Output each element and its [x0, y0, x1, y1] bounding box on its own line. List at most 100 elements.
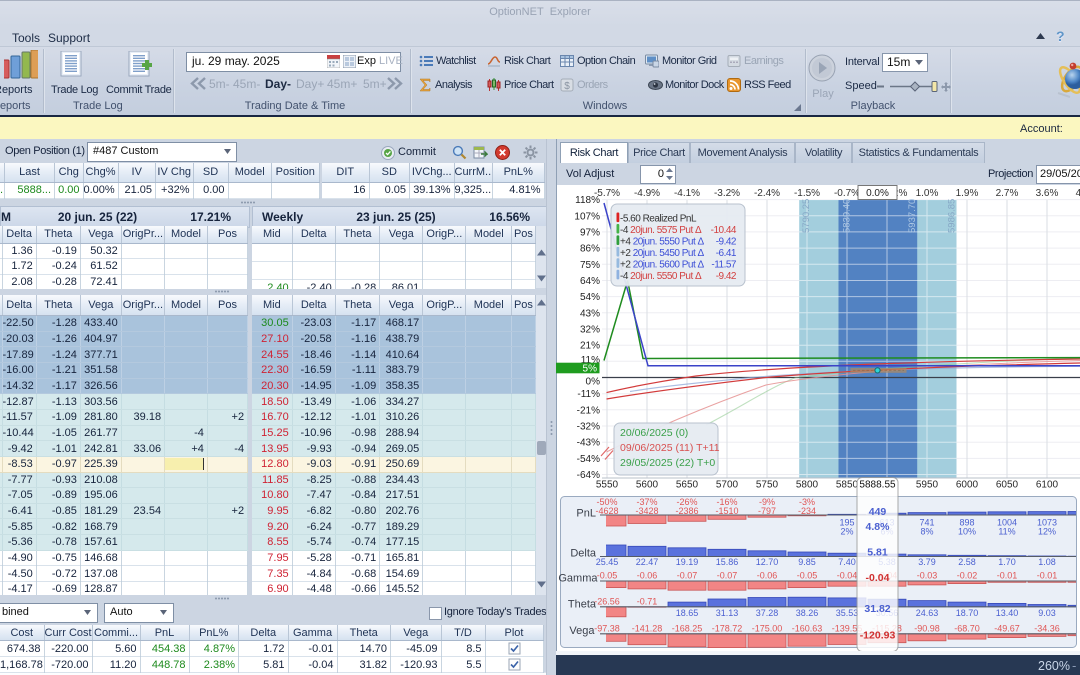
svg-text:-54%: -54%: [577, 454, 600, 465]
svg-text:5750: 5750: [756, 480, 779, 491]
svg-text:75%: 75%: [580, 260, 600, 271]
svg-text:24.63: 24.63: [916, 608, 939, 618]
svg-text:09/06/2025 (11) T+11: 09/06/2025 (11) T+11: [620, 442, 720, 454]
svg-text:11%: 11%: [998, 527, 1015, 537]
svg-text:+2 20jun. 5600 Put Δ: +2 20jun. 5600 Put Δ: [620, 259, 705, 270]
svg-text:5850: 5850: [836, 480, 859, 491]
svg-text:5986.85: 5986.85: [947, 199, 958, 233]
svg-text:-1.5%: -1.5%: [794, 188, 820, 199]
svg-text:-1510: -1510: [715, 506, 738, 516]
svg-text:4.8%: 4.8%: [866, 521, 891, 533]
svg-text:-2386: -2386: [675, 506, 698, 516]
svg-text:-0.07: -0.07: [717, 571, 738, 581]
svg-text:PnL: PnL: [576, 508, 596, 520]
svg-text:5888.55: 5888.55: [859, 480, 896, 491]
svg-text:-2.4%: -2.4%: [754, 188, 780, 199]
svg-text:13.40: 13.40: [996, 608, 1019, 618]
svg-text:-68.70: -68.70: [954, 624, 980, 634]
svg-text:0.0%: 0.0%: [866, 188, 889, 199]
svg-text:Vega: Vega: [569, 625, 595, 637]
svg-text:-0.03: -0.03: [917, 571, 938, 581]
svg-text:18.70: 18.70: [956, 608, 979, 618]
svg-text:97%: 97%: [580, 227, 600, 238]
svg-text:31.82: 31.82: [864, 603, 890, 615]
svg-text:5600: 5600: [636, 480, 659, 491]
svg-text:-43%: -43%: [577, 438, 600, 449]
svg-text:-10.44: -10.44: [711, 225, 737, 236]
svg-text:-4 20jun. 5575 Put Δ: -4 20jun. 5575 Put Δ: [620, 225, 702, 236]
svg-text:-3428: -3428: [635, 506, 658, 516]
svg-text:449: 449: [869, 506, 887, 518]
svg-text:5700: 5700: [716, 480, 739, 491]
svg-text:3.79: 3.79: [918, 557, 936, 567]
svg-text:32%: 32%: [580, 325, 600, 336]
svg-text:-797: -797: [758, 506, 776, 516]
svg-text:-49.67: -49.67: [994, 624, 1020, 634]
svg-text:38.26: 38.26: [796, 608, 819, 618]
svg-text:-178.72: -178.72: [712, 624, 743, 634]
svg-text:37.28: 37.28: [756, 608, 779, 618]
svg-text:5%: 5%: [583, 364, 598, 375]
svg-text:-4628: -4628: [595, 506, 618, 516]
svg-text:-175.00: -175.00: [752, 624, 783, 634]
svg-text:1.0%: 1.0%: [916, 188, 939, 199]
svg-text:0%: 0%: [586, 377, 601, 388]
svg-text:6050: 6050: [996, 480, 1019, 491]
svg-text:9.85: 9.85: [798, 557, 816, 567]
svg-text:-5.7%: -5.7%: [594, 188, 620, 199]
svg-text:12.70: 12.70: [756, 557, 779, 567]
svg-text:-21%: -21%: [577, 405, 600, 416]
svg-text:-6.41: -6.41: [716, 248, 737, 259]
svg-text:-168.25: -168.25: [672, 624, 703, 634]
svg-text:-9.42: -9.42: [716, 271, 737, 282]
svg-text:-0.06: -0.06: [637, 571, 658, 581]
svg-text:9.03: 9.03: [1038, 608, 1056, 618]
svg-text:86%: 86%: [580, 244, 600, 255]
svg-text:-0.04: -0.04: [837, 571, 858, 581]
svg-text:-4.9%: -4.9%: [634, 188, 660, 199]
svg-text:35.53: 35.53: [836, 608, 859, 618]
svg-text:5937.70: 5937.70: [907, 199, 918, 233]
svg-text:-5.60 Realized PnL: -5.60 Realized PnL: [620, 214, 697, 225]
svg-text:-3.2%: -3.2%: [714, 188, 740, 199]
svg-text:-234: -234: [798, 506, 816, 516]
svg-text:5839.40: 5839.40: [842, 199, 853, 233]
svg-text:-0.71: -0.71: [637, 597, 658, 607]
svg-text:-0.01: -0.01: [997, 571, 1018, 581]
svg-text:5790.25: 5790.25: [801, 199, 812, 233]
svg-text:-97.38: -97.38: [594, 624, 620, 634]
svg-text:107%: 107%: [574, 211, 600, 222]
svg-text:-34.36: -34.36: [1034, 624, 1060, 634]
svg-text:-141.28: -141.28: [632, 624, 663, 634]
svg-text:-11%: -11%: [577, 389, 600, 400]
svg-text:20/06/2025 (0): 20/06/2025 (0): [620, 427, 688, 439]
svg-text:5650: 5650: [676, 480, 699, 491]
svg-text:+2 20jun. 5450 Put Δ: +2 20jun. 5450 Put Δ: [620, 248, 705, 259]
svg-text:$: $: [564, 81, 570, 92]
svg-text:10%: 10%: [958, 527, 976, 537]
svg-text:-0.01: -0.01: [1037, 571, 1058, 581]
svg-text:5.81: 5.81: [867, 547, 888, 559]
svg-text:Gamma: Gamma: [558, 573, 598, 585]
svg-text:-32%: -32%: [577, 422, 600, 433]
svg-text:12%: 12%: [1038, 527, 1056, 537]
svg-text:4.4%: 4.4%: [1076, 188, 1080, 199]
svg-text:Theta: Theta: [568, 599, 597, 611]
svg-text:29/05/2025 (22) T+0: 29/05/2025 (22) T+0: [620, 457, 715, 469]
svg-text:5950: 5950: [916, 480, 939, 491]
svg-text:22.47: 22.47: [636, 557, 659, 567]
svg-text:1.9%: 1.9%: [956, 188, 979, 199]
svg-text:2%: 2%: [840, 527, 853, 537]
svg-text:19.19: 19.19: [676, 557, 699, 567]
svg-text:-0.07: -0.07: [677, 571, 698, 581]
svg-text:7.40: 7.40: [838, 557, 856, 567]
svg-text:5550: 5550: [596, 480, 619, 491]
svg-text:-0.05: -0.05: [797, 571, 818, 581]
svg-text:-26.56: -26.56: [594, 597, 620, 607]
svg-text:-0.7%: -0.7%: [834, 188, 860, 199]
svg-text:-0.02: -0.02: [957, 571, 978, 581]
svg-text:18.65: 18.65: [676, 608, 699, 618]
svg-text:-0.05: -0.05: [597, 571, 618, 581]
svg-text:-120.93: -120.93: [860, 630, 896, 642]
svg-text:6000: 6000: [956, 480, 979, 491]
